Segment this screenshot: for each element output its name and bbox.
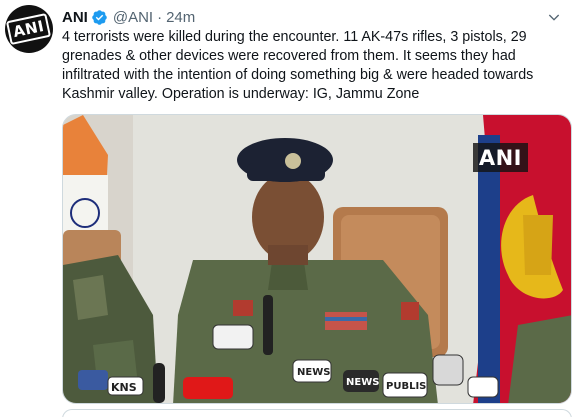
mic-label-1: KNS — [111, 381, 137, 394]
verified-badge-icon — [91, 9, 108, 26]
mic-label-2: NEWS — [297, 367, 330, 378]
tweet-header: ANI @ANI · 24m — [62, 7, 566, 27]
author-handle[interactable]: @ANI — [113, 9, 153, 26]
author-name[interactable]: ANI — [62, 9, 88, 26]
ani-logo: ANI — [6, 12, 52, 46]
chevron-down-icon[interactable] — [546, 9, 562, 25]
mic-label-3: NEWS — [346, 377, 379, 388]
tweet-text: 4 terrorists were killed during the enco… — [62, 29, 534, 102]
ani-watermark: ANI — [472, 143, 528, 172]
author-avatar[interactable]: ANI — [5, 5, 53, 53]
separator-dot: · — [157, 8, 163, 26]
tweet-media-image[interactable]: KNS NEWS NEWS PUBLIS ANI — [62, 114, 572, 404]
quoted-card-edge — [62, 409, 572, 417]
mic-label-4: PUBLIS — [386, 381, 426, 392]
tweet[interactable]: ANI ANI @ANI · 24m 4 terrorists were kil… — [0, 0, 576, 417]
tweet-timestamp[interactable]: 24m — [166, 9, 195, 26]
